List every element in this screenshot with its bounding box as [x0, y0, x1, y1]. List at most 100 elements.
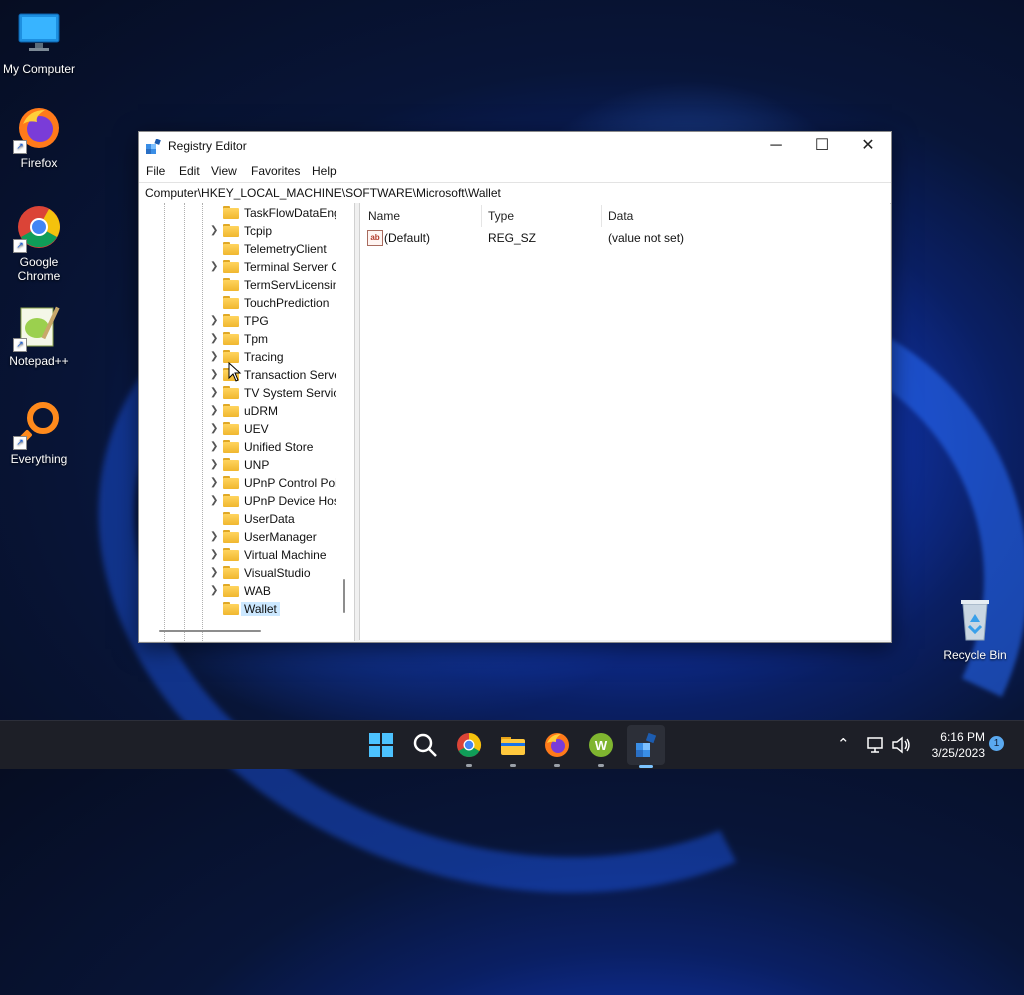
chevron-right-icon[interactable]: ❯ — [210, 477, 220, 489]
regedit-icon[interactable] — [632, 731, 660, 759]
chevron-up-icon[interactable]: ⌃ — [837, 735, 850, 753]
tree-item[interactable]: ❯ Virtual Machine — [139, 546, 339, 564]
address-bar[interactable]: Computer\HKEY_LOCAL_MACHINE\SOFTWARE\Mic… — [139, 182, 891, 204]
notification-badge[interactable]: 1 — [989, 736, 1004, 751]
column-divider[interactable] — [481, 205, 482, 227]
desktop-icon-notepadpp[interactable]: ↗ Notepad++ — [1, 302, 77, 368]
tree-item[interactable]: ❯ Unified Store — [139, 438, 339, 456]
tree-item-label: Terminal Server C — [244, 260, 336, 274]
tree-item[interactable]: ❯ Terminal Server C — [139, 258, 339, 276]
tree-item-label: TermServLicensin — [244, 278, 336, 292]
folder-icon — [223, 458, 239, 471]
tree-horizontal-scrollbar[interactable] — [159, 630, 261, 632]
maximize-button[interactable]: ☐ — [799, 132, 845, 160]
values-list-pane[interactable]: Name Type Data ab (Default) REG_SZ (valu… — [359, 203, 890, 640]
tree-item[interactable]: TelemetryClient — [139, 240, 339, 258]
tree-item-label: TelemetryClient — [244, 242, 327, 256]
tree-item[interactable]: ❯ Tpm — [139, 330, 339, 348]
shortcut-arrow-icon: ↗ — [13, 338, 27, 352]
start-icon[interactable] — [367, 731, 395, 759]
key-tree-pane[interactable]: TaskFlowDataEng ❯ Tcpip TelemetryClient ❯… — [139, 203, 355, 641]
chevron-right-icon[interactable]: ❯ — [210, 567, 220, 579]
system-clock[interactable]: 6:16 PM 3/25/2023 — [915, 729, 985, 761]
menu-view[interactable]: View — [211, 164, 237, 178]
tree-item[interactable]: TaskFlowDataEng — [139, 204, 339, 222]
chevron-right-icon[interactable]: ❯ — [210, 549, 220, 561]
tree-item[interactable]: UserData — [139, 510, 339, 528]
chevron-right-icon[interactable]: ❯ — [210, 369, 220, 381]
desktop-icon-my-computer[interactable]: My Computer — [1, 10, 77, 76]
chevron-right-icon[interactable]: ❯ — [210, 441, 220, 453]
chevron-right-icon[interactable]: ❯ — [210, 333, 220, 345]
running-indicator — [554, 764, 560, 767]
column-header-data[interactable]: Data — [608, 209, 633, 223]
tree-item[interactable]: TermServLicensin — [139, 276, 339, 294]
folder-icon — [223, 584, 239, 597]
tree-item-label: Tcpip — [244, 224, 273, 238]
volume-icon[interactable] — [891, 736, 911, 754]
chrome-icon[interactable] — [455, 731, 483, 759]
tree-vertical-scrollbar[interactable] — [343, 579, 345, 613]
tree-item[interactable]: ❯ UEV — [139, 420, 339, 438]
folder-icon — [223, 278, 239, 291]
everything-icon: ↗ — [13, 400, 63, 450]
tree-item-selected[interactable]: Wallet — [139, 600, 339, 618]
chevron-right-icon[interactable]: ❯ — [210, 225, 220, 237]
tree-item[interactable]: ❯ WAB — [139, 582, 339, 600]
chevron-right-icon[interactable]: ❯ — [210, 315, 220, 327]
monitor-icon — [15, 10, 63, 58]
folder-icon — [223, 602, 239, 615]
firefox-icon: ↗ — [13, 104, 63, 154]
chevron-right-icon[interactable]: ❯ — [210, 459, 220, 471]
firefox-icon[interactable] — [543, 731, 571, 759]
chevron-right-icon[interactable]: ❯ — [210, 531, 220, 543]
desktop-icon-everything[interactable]: ↗ Everything — [1, 400, 77, 466]
folder-icon — [223, 314, 239, 327]
chevron-right-icon[interactable]: ❯ — [210, 585, 220, 597]
shortcut-arrow-icon: ↗ — [13, 140, 27, 154]
close-button[interactable]: ✕ — [845, 132, 891, 160]
tree-item[interactable]: ❯ VisualStudio — [139, 564, 339, 582]
menu-file[interactable]: File — [146, 164, 165, 178]
column-header-type[interactable]: Type — [488, 209, 514, 223]
tree-item-label: TPG — [244, 314, 269, 328]
tree-item[interactable]: ❯ UPnP Device Hos — [139, 492, 339, 510]
tree-item[interactable]: ❯ UserManager — [139, 528, 339, 546]
minimize-button[interactable]: ─ — [753, 132, 799, 160]
chevron-right-icon[interactable]: ❯ — [210, 351, 220, 363]
menu-help[interactable]: Help — [312, 164, 337, 178]
menu-edit[interactable]: Edit — [179, 164, 200, 178]
tree-item-label: uDRM — [244, 404, 279, 418]
desktop-icon-label: My Computer — [2, 62, 76, 76]
desktop-icon-label: Google Chrome — [17, 255, 61, 283]
menu-favorites[interactable]: Favorites — [251, 164, 300, 178]
tree-item[interactable]: ❯ Tcpip — [139, 222, 339, 240]
tree-item[interactable]: ❯ UPnP Control Poi — [139, 474, 339, 492]
file-explorer-icon[interactable] — [499, 731, 527, 759]
tree-item[interactable]: TouchPrediction — [139, 294, 339, 312]
desktop-icon-chrome[interactable]: ↗ Google Chrome — [1, 203, 77, 283]
wps-icon[interactable]: W — [587, 731, 615, 759]
tree-item-label: WAB — [244, 584, 271, 598]
chevron-right-icon[interactable]: ❯ — [210, 387, 220, 399]
chevron-right-icon[interactable]: ❯ — [210, 495, 220, 507]
search-icon[interactable] — [411, 731, 439, 759]
chevron-right-icon[interactable]: ❯ — [210, 405, 220, 417]
column-header-name[interactable]: Name — [368, 209, 400, 223]
chevron-right-icon[interactable]: ❯ — [210, 423, 220, 435]
tree-item[interactable]: ❯ TV System Service — [139, 384, 339, 402]
network-icon[interactable] — [866, 736, 886, 754]
tree-item-label: UPnP Device Hos — [244, 494, 336, 508]
folder-icon — [223, 530, 239, 543]
title-bar[interactable]: Registry Editor ─ ☐ ✕ — [139, 132, 891, 160]
tree-item[interactable]: ❯ uDRM — [139, 402, 339, 420]
tree-item[interactable]: ❯ UNP — [139, 456, 339, 474]
tree-item[interactable]: ❯ TPG — [139, 312, 339, 330]
desktop-icon-firefox[interactable]: ↗ Firefox — [1, 104, 77, 170]
desktop-icon-recycle-bin[interactable]: Recycle Bin — [937, 596, 1013, 662]
notepadpp-icon: ↗ — [13, 302, 63, 352]
chevron-right-icon[interactable]: ❯ — [210, 261, 220, 273]
tree-item-label: UPnP Control Poi — [244, 476, 336, 490]
column-divider[interactable] — [601, 205, 602, 227]
address-path[interactable]: Computer\HKEY_LOCAL_MACHINE\SOFTWARE\Mic… — [145, 186, 501, 200]
